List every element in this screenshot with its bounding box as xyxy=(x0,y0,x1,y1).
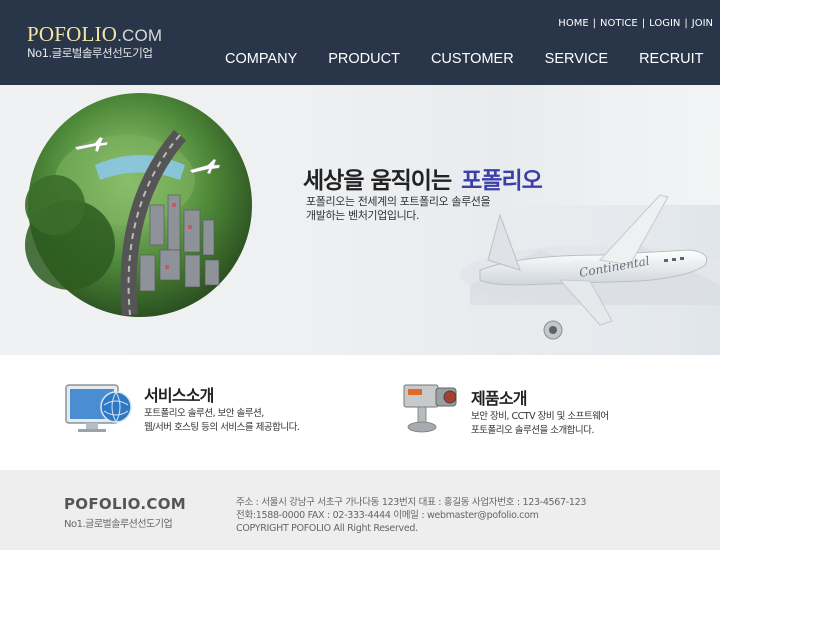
hero-title-text: 세상을 움직이는 xyxy=(303,168,452,194)
hero-desc-line2: 개발하는 벤처기업입니다. xyxy=(306,209,420,222)
product-title: 제품소개 xyxy=(471,389,527,408)
service-title: 서비스소개 xyxy=(144,386,214,405)
nav-product[interactable]: PRODUCT xyxy=(328,51,400,67)
monitor-globe-icon xyxy=(65,384,132,432)
site-footer: POFOLIO.COM No1.글로벌솔루션선도기업 주소 : 서울시 강남구 … xyxy=(0,470,720,550)
divider: | xyxy=(592,18,597,29)
logo-tagline: No1.글로벌솔루션선도기업 xyxy=(27,46,153,60)
util-login-link[interactable]: LOGIN xyxy=(649,18,680,29)
hero-banner: Continental 세상을 움직이는 포폴리오 포폴리오는 전세계의 포트폴리… xyxy=(0,85,720,355)
site-logo[interactable]: POFOLIO.COM xyxy=(27,22,162,47)
util-home-link[interactable]: HOME xyxy=(558,18,588,29)
nav-service[interactable]: SERVICE xyxy=(545,51,608,67)
product-desc-line1: 보안 장비, CCTV 장비 및 소프트웨어 xyxy=(471,411,609,422)
footer-contact: 전화:1588-0000 FAX : 02-333-4444 이메일 : web… xyxy=(236,510,539,521)
site-header: POFOLIO.COM No1.글로벌솔루션선도기업 HOME | NOTICE | L… xyxy=(0,0,720,85)
hero-brand: 포폴리오 xyxy=(461,168,543,194)
divider: | xyxy=(641,18,646,29)
product-box[interactable]: 제품소개 보안 장비, CCTV 장비 및 소프트웨어 포토폴리오 솔루션을 소… xyxy=(400,377,640,447)
footer-address: 주소 : 서울시 강남구 서초구 가나다동 123번지 대표 : 홍길동 사업자… xyxy=(236,497,587,508)
footer-company-info: 주소 : 서울시 강남구 서초구 가나다동 123번지 대표 : 홍길동 사업자… xyxy=(236,496,586,535)
service-desc-line2: 웹/서버 호스팅 등의 서비스를 제공합니다. xyxy=(144,422,300,433)
footer-tagline: No1.글로벌솔루션선도기업 xyxy=(64,519,173,530)
service-desc-line1: 포트폴리오 솔루션, 보안 솔루션, xyxy=(144,408,264,419)
logo-text: POFOLIO xyxy=(27,22,118,46)
footer-logo: POFOLIO.COM xyxy=(64,495,186,513)
util-join-link[interactable]: JOIN xyxy=(692,18,713,29)
cctv-camera-icon xyxy=(403,384,457,433)
util-notice-link[interactable]: NOTICE xyxy=(600,18,638,29)
logo-domain: .COM xyxy=(117,26,163,45)
service-box[interactable]: 서비스소개 포트폴리오 솔루션, 보안 솔루션, 웹/서버 호스팅 등의 서비스… xyxy=(64,377,344,447)
hero-title: 세상을 움직이는 포폴리오 xyxy=(303,161,543,195)
nav-customer[interactable]: CUSTOMER xyxy=(431,51,514,67)
nav-company[interactable]: COMPANY xyxy=(225,51,297,67)
globe-icon xyxy=(25,93,252,317)
hero-description: 포폴리오는 전세계의 포트폴리오 솔루션을 개발하는 벤처기업입니다. xyxy=(306,195,491,223)
intro-section: 서비스소개 포트폴리오 솔루션, 보안 솔루션, 웹/서버 호스팅 등의 서비스… xyxy=(0,355,720,470)
main-nav: COMPANY PRODUCT CUSTOMER SERVICE RECRUIT xyxy=(225,51,735,67)
nav-recruit[interactable]: RECRUIT xyxy=(639,51,703,67)
hero-desc-line1: 포폴리오는 전세계의 포트폴리오 솔루션을 xyxy=(306,195,491,208)
footer-copyright: COPYRIGHT POFOLIO All Right Reserved. xyxy=(236,523,418,534)
utility-links: HOME | NOTICE | LOGIN | JOIN xyxy=(558,18,713,29)
product-desc-line2: 포토폴리오 솔루션을 소개합니다. xyxy=(471,425,594,436)
divider: | xyxy=(684,18,688,29)
